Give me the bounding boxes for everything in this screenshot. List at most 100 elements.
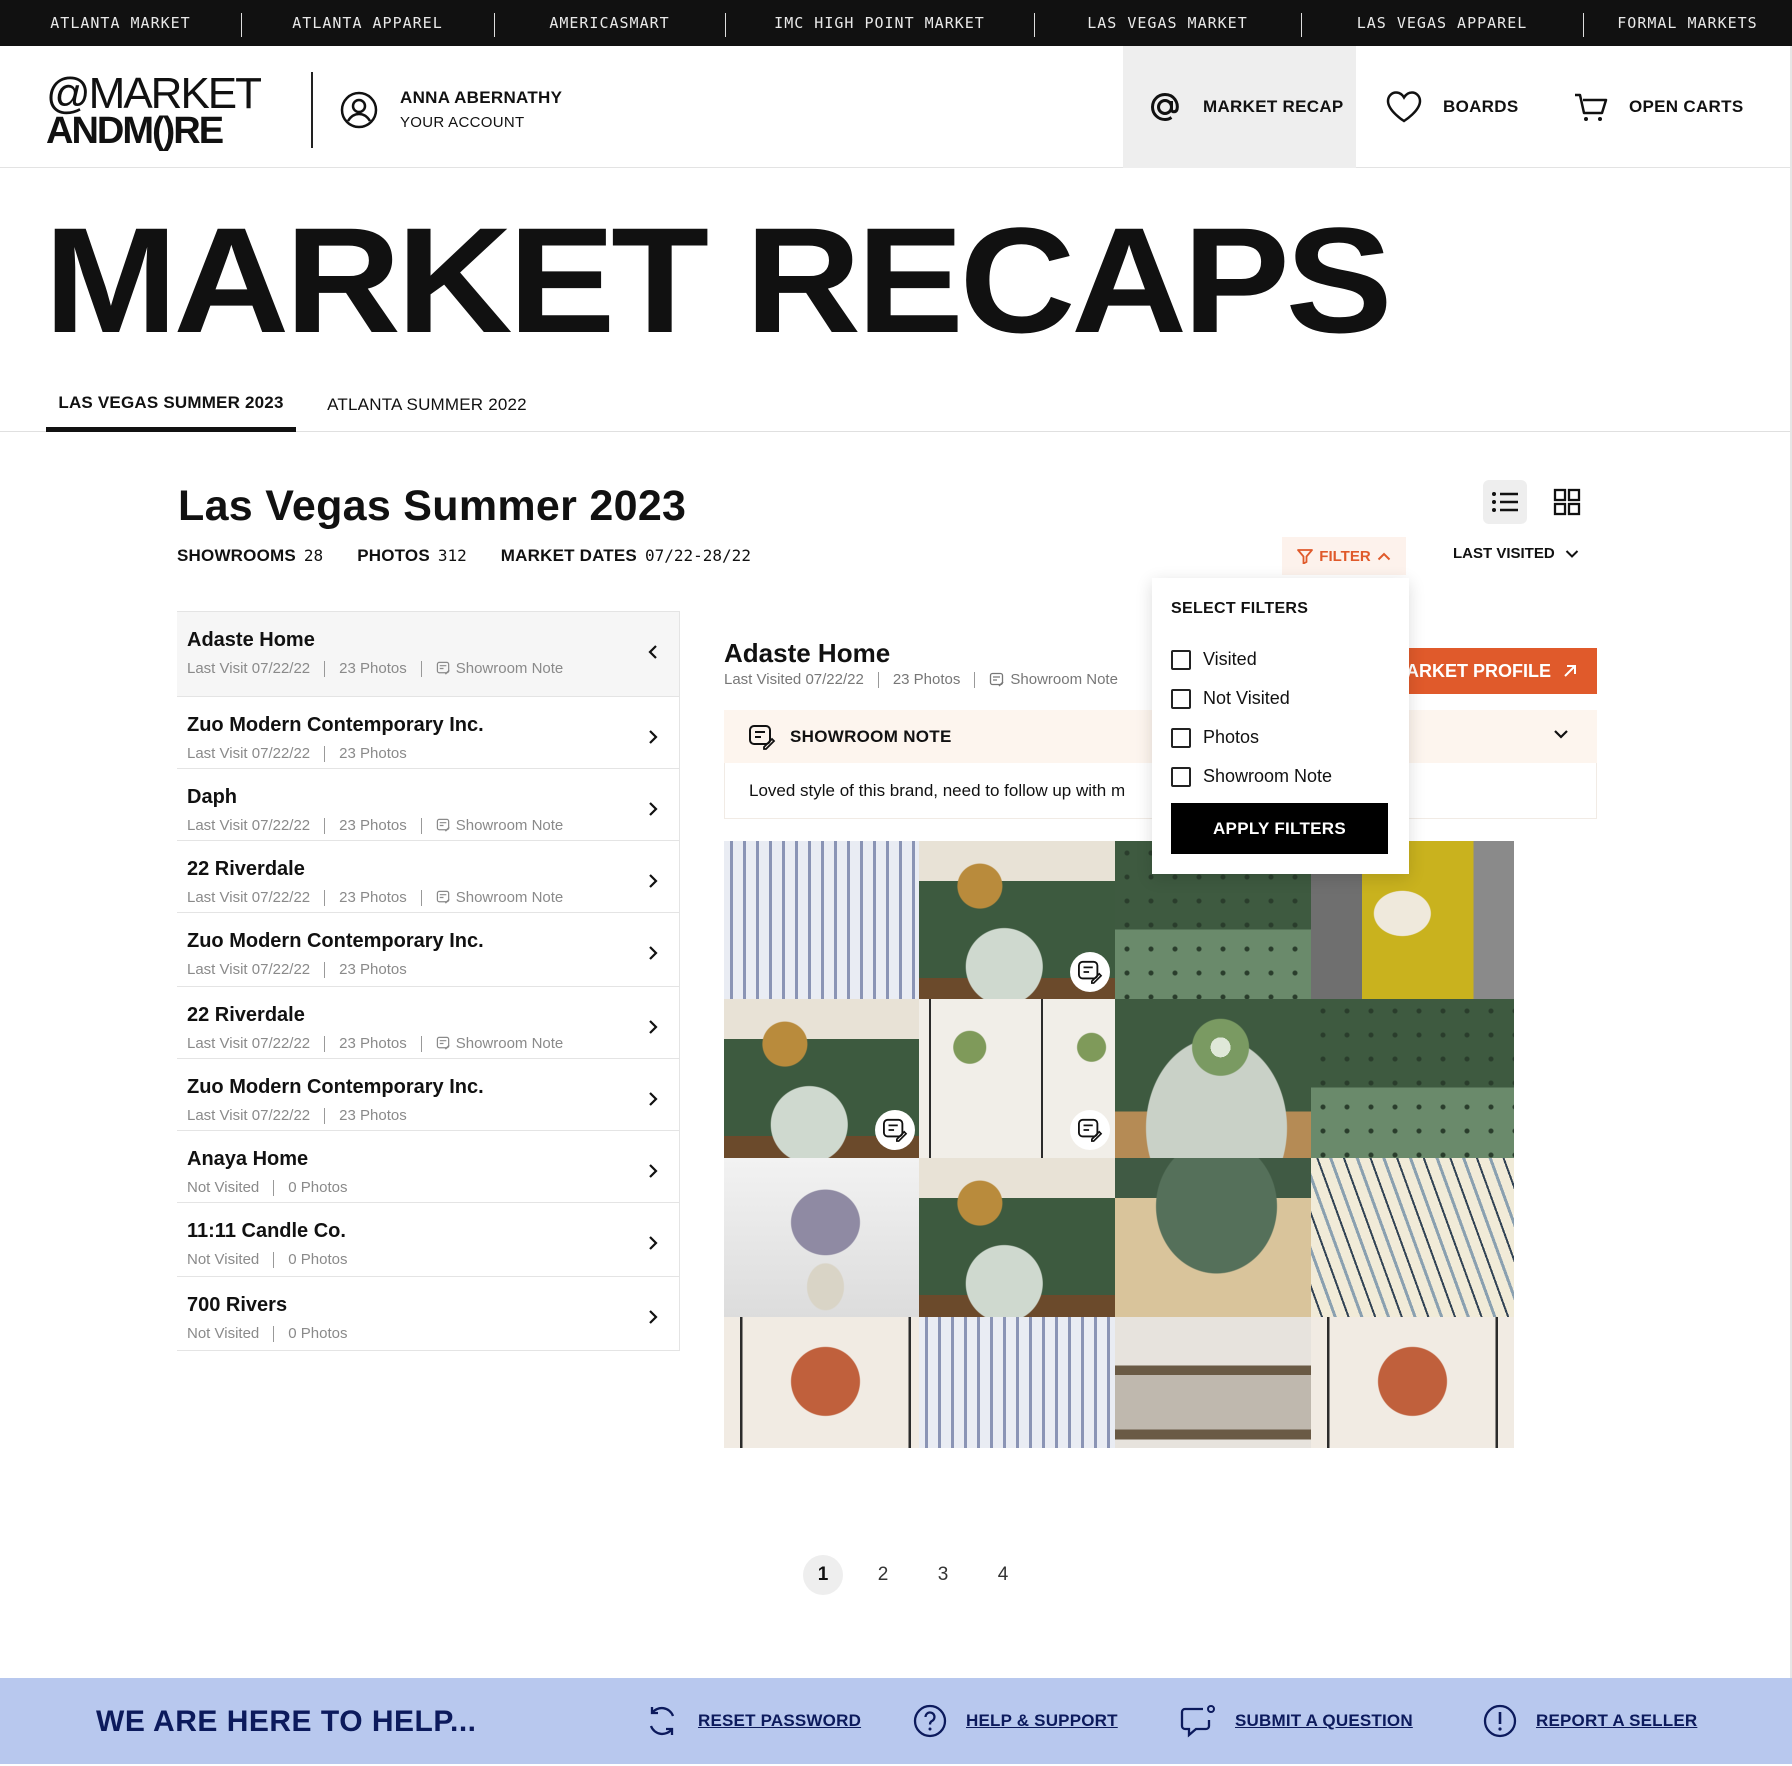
photo-thumbnail[interactable]: [1311, 1317, 1514, 1448]
showroom-name: 22 Riverdale: [187, 858, 305, 880]
page-2-button[interactable]: 2: [863, 1555, 903, 1595]
showroom-list-item[interactable]: 22 Riverdale Last Visit 07/22/22 23 Photos…: [177, 987, 680, 1059]
help-title: WE ARE HERE TO HELP...: [96, 1705, 477, 1738]
photo-thumbnail[interactable]: [1311, 1158, 1514, 1319]
photo-thumbnail[interactable]: [724, 999, 927, 1160]
help-support-link[interactable]: HELP & SUPPORT: [912, 1703, 1118, 1739]
market-link-imc-high-point[interactable]: IMC HIGH POINT MARKET: [725, 0, 1034, 46]
nav-open-carts[interactable]: OPEN CARTS: [1573, 46, 1743, 168]
nav-boards[interactable]: BOARDS: [1385, 46, 1518, 168]
checkbox[interactable]: [1171, 688, 1191, 709]
submit-question-link[interactable]: SUBMIT A QUESTION: [1179, 1703, 1413, 1739]
reset-password-label: RESET PASSWORD: [698, 1711, 862, 1730]
detail-meta: Last Visited 07/22/22 23 Photos Showroom…: [724, 671, 1118, 688]
market-link-formal-markets[interactable]: FORMAL MARKETS: [1583, 0, 1792, 46]
filter-option-showroom-note[interactable]: Showroom Note: [1171, 757, 1390, 796]
page-4-button[interactable]: 4: [983, 1555, 1023, 1595]
logo-line-2: ANDM()RE: [46, 110, 224, 152]
showroom-meta: Not Visited 0 Photos: [187, 1325, 347, 1342]
showroom-list-item[interactable]: Anaya Home Not Visited 0 Photos: [177, 1131, 680, 1203]
note-icon: [990, 672, 1004, 687]
showroom-visit: Last Visit 07/22/22: [187, 660, 311, 677]
grid-icon: [1553, 488, 1581, 516]
section-title: Las Vegas Summer 2023: [178, 482, 687, 530]
report-seller-link[interactable]: REPORT A SELLER: [1482, 1703, 1697, 1739]
tab-atlanta-summer-2022[interactable]: ATLANTA SUMMER 2022: [318, 378, 536, 432]
showroom-list-item[interactable]: Daph Last Visit 07/22/22 23 Photos Showroom…: [177, 769, 680, 841]
showroom-list-item[interactable]: 11:11 Candle Co. Not Visited 0 Photos: [177, 1203, 680, 1277]
checkbox[interactable]: [1171, 649, 1191, 670]
showroom-name: Daph: [187, 786, 237, 808]
photo-thumbnail[interactable]: [1311, 999, 1514, 1160]
nav-market-recap[interactable]: MARKET RECAP: [1123, 46, 1356, 168]
photo-thumbnail[interactable]: [919, 1317, 1122, 1448]
filter-option-label: Photos: [1203, 727, 1260, 747]
photo-thumbnail[interactable]: [724, 1158, 927, 1319]
photo-thumbnail[interactable]: [1115, 1317, 1318, 1448]
filter-option-not-visited[interactable]: Not Visited: [1171, 679, 1390, 718]
account-menu[interactable]: ANNA ABERNATHY YOUR ACCOUNT: [340, 88, 562, 131]
showroom-name: Zuo Modern Contemporary Inc.: [187, 930, 484, 952]
market-link-las-vegas-apparel[interactable]: LAS VEGAS APPAREL: [1301, 0, 1583, 46]
photo-thumbnail[interactable]: [1115, 999, 1318, 1160]
showroom-meta: Last Visit 07/22/22 23 Photos Showroom Not…: [187, 1035, 563, 1052]
market-link-atlanta-market[interactable]: ATLANTA MARKET: [0, 0, 241, 46]
showroom-list-item[interactable]: Zuo Modern Contemporary Inc. Last Visit 0…: [177, 913, 680, 987]
showroom-name: Zuo Modern Contemporary Inc.: [187, 714, 484, 736]
showroom-list-item[interactable]: Adaste Home Last Visit 07/22/22 23 Photos S…: [177, 612, 680, 697]
funnel-icon: [1297, 549, 1314, 564]
note-badge[interactable]: [875, 1110, 915, 1150]
logo[interactable]: @MARKET ANDM()RE: [46, 69, 276, 151]
logo-line-1: @MARKET: [46, 69, 262, 118]
photo-thumbnail[interactable]: [919, 1158, 1122, 1319]
at-sign-icon: [1150, 92, 1179, 122]
chevron-right-icon: [649, 946, 658, 960]
header-divider: [311, 72, 313, 148]
market-link-las-vegas-market[interactable]: LAS VEGAS MARKET: [1034, 0, 1301, 46]
showroom-name: 700 Rivers: [187, 1294, 288, 1316]
filter-dropdown: SELECT FILTERS Visited Not Visited Photo…: [1152, 578, 1409, 874]
meta-separator: [420, 1035, 422, 1052]
reset-password-link[interactable]: RESET PASSWORD: [644, 1703, 861, 1739]
chevron-down-icon: [1565, 549, 1578, 558]
market-link-americasmart[interactable]: AMERICASMART: [494, 0, 725, 46]
filter-option-visited[interactable]: Visited: [1171, 640, 1390, 679]
meta-separator: [877, 671, 879, 688]
showroom-list-item[interactable]: 22 Riverdale Last Visit 07/22/22 23 Photos…: [177, 841, 680, 913]
market-profile-button[interactable]: MARKET PROFILE: [1390, 648, 1597, 694]
showroom-note-label: Showroom Note: [455, 660, 564, 677]
grid-view-button[interactable]: [1545, 480, 1589, 524]
meta-separator: [420, 889, 422, 906]
showroom-list-item[interactable]: Zuo Modern Contemporary Inc. Last Visit 0…: [177, 697, 680, 769]
chevron-right-icon: [649, 1092, 658, 1106]
list-view-button[interactable]: [1483, 480, 1527, 524]
showroom-list-item[interactable]: Zuo Modern Contemporary Inc. Last Visit 0…: [177, 1059, 680, 1131]
note-icon: [1078, 1118, 1103, 1142]
page-1-button[interactable]: 1: [803, 1555, 843, 1595]
photo-thumbnail[interactable]: [724, 1317, 927, 1448]
note-badge[interactable]: [1070, 1110, 1110, 1150]
market-link-atlanta-apparel[interactable]: ATLANTA APPAREL: [241, 0, 494, 46]
filter-option-photos[interactable]: Photos: [1171, 718, 1390, 757]
tab-las-vegas-summer-2023[interactable]: LAS VEGAS SUMMER 2023: [46, 378, 296, 432]
showroom-visit: Last Visit 07/22/22: [187, 889, 311, 906]
note-badge[interactable]: [1070, 952, 1110, 992]
note-icon: [436, 661, 450, 675]
chevron-right-icon: [649, 802, 658, 816]
photo-thumbnail[interactable]: [724, 841, 927, 1002]
showroom-list-item[interactable]: 700 Rivers Not Visited 0 Photos: [177, 1277, 680, 1351]
filter-button[interactable]: FILTER: [1282, 537, 1406, 575]
checkbox[interactable]: [1171, 766, 1191, 787]
site-header: @MARKET ANDM()RE ANNA ABERNATHY YOUR ACC…: [0, 46, 1792, 168]
report-seller-label: REPORT A SELLER: [1536, 1711, 1698, 1730]
photo-thumbnail[interactable]: [919, 999, 1122, 1160]
page-3-button[interactable]: 3: [923, 1555, 963, 1595]
apply-filters-button[interactable]: APPLY FILTERS: [1171, 803, 1388, 854]
photo-thumbnail[interactable]: [1115, 1158, 1318, 1319]
pagination: 1 2 3 4: [803, 1555, 1043, 1595]
showroom-photos: 23 Photos: [339, 1107, 407, 1124]
showroom-visit: Not Visited: [187, 1179, 260, 1196]
sort-dropdown[interactable]: LAST VISITED: [1453, 545, 1579, 562]
checkbox[interactable]: [1171, 727, 1191, 748]
photo-thumbnail[interactable]: [919, 841, 1122, 1002]
